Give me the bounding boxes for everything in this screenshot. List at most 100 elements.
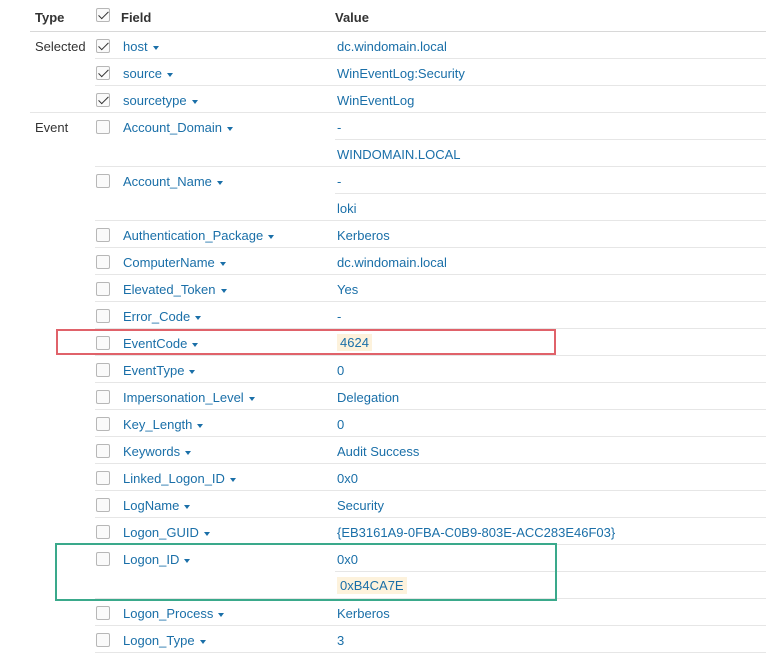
field-checkbox[interactable] [96,606,110,620]
field-name-link[interactable]: Logon_Process [123,606,225,621]
field-checkbox[interactable] [96,309,110,323]
field-value[interactable]: dc.windomain.local [337,255,447,270]
field-name-link[interactable]: ComputerName [123,255,226,270]
field-checkbox[interactable] [96,228,110,242]
field-name-label: LogName [123,498,180,513]
caret-down-icon[interactable] [220,288,227,293]
caret-down-icon[interactable] [216,180,223,185]
field-value[interactable]: dc.windomain.local [337,39,447,54]
value-column-header: Value [335,10,369,25]
field-name-link[interactable]: Impersonation_Level [123,390,255,405]
table-row: ComputerName dc.windomain.local [0,248,766,275]
field-name-link[interactable]: Keywords [123,444,192,459]
field-column-header: Field [121,10,152,25]
field-name-link[interactable]: Elevated_Token [123,282,227,297]
caret-down-icon[interactable] [195,315,202,320]
table-row: Elevated_Token Yes [0,275,766,302]
caret-down-icon[interactable] [227,126,233,131]
field-checkbox[interactable] [96,255,110,269]
field-value[interactable]: Audit Success [337,444,419,459]
field-name-label: Logon_Type [123,633,195,648]
field-value[interactable]: Kerberos [337,228,390,243]
field-name-link[interactable]: Error_Code [123,309,202,324]
caret-down-icon[interactable] [185,450,192,455]
field-checkbox[interactable] [96,390,110,404]
caret-down-icon[interactable] [197,423,204,428]
field-value[interactable]: WinEventLog [337,93,414,108]
field-checkbox[interactable] [96,471,110,485]
field-name-link[interactable]: Logon_GUID [123,525,210,540]
field-checkbox[interactable] [96,525,110,539]
field-name-link[interactable]: Account_Name [123,174,223,189]
field-checkbox[interactable] [96,417,110,431]
field-name-label: ComputerName [123,255,215,270]
eventcode-annotation-box [56,329,556,355]
field-value[interactable]: 0x0 [337,471,358,486]
table-row: Logon_Process Kerberos [0,599,766,626]
table-row: Selected host dc.windomain.local [0,32,766,59]
field-checkbox[interactable] [96,444,110,458]
field-name-label: sourcetype [123,93,187,108]
field-name-link[interactable]: Authentication_Package [123,228,275,243]
field-value[interactable]: Kerberos [337,606,390,621]
field-value[interactable]: 3 [337,633,344,648]
select-all-checkbox[interactable] [96,8,110,22]
group-label-event: Event [35,120,69,135]
field-checkbox[interactable] [96,282,110,296]
field-checkbox[interactable] [96,120,110,134]
table-row: Impersonation_Level Delegation [0,383,766,410]
caret-down-icon[interactable] [184,504,191,509]
table-row: Keywords Audit Success [0,437,766,464]
field-value[interactable]: Yes [337,282,358,297]
table-row: Key_Length 0 [0,410,766,437]
caret-down-icon[interactable] [268,234,275,239]
caret-down-icon[interactable] [189,369,196,374]
table-row: EventType 0 [0,356,766,383]
field-value[interactable]: Security [337,498,384,513]
field-name-link[interactable]: Linked_Logon_ID [123,471,236,486]
caret-down-icon[interactable] [152,45,159,50]
field-value[interactable]: WinEventLog:Security [337,66,465,81]
field-name-link[interactable]: host [123,39,159,54]
field-value[interactable]: loki [337,201,357,216]
field-checkbox[interactable] [96,39,110,53]
field-value[interactable]: 0 [337,363,344,378]
field-checkbox[interactable] [96,633,110,647]
field-name-link[interactable]: Account_Domain [123,120,233,135]
field-value[interactable]: - [337,120,341,135]
caret-down-icon[interactable] [248,396,255,401]
field-value[interactable]: WINDOMAIN.LOCAL [337,147,461,162]
field-name-link[interactable]: sourcetype [123,93,198,108]
caret-down-icon[interactable] [218,612,225,617]
table-row: Logon_GUID {EB3161A9-0FBA-C0B9-803E-ACC28… [0,518,766,545]
field-checkbox[interactable] [96,498,110,512]
field-name-label: Account_Domain [123,120,222,135]
field-checkbox[interactable] [96,93,110,107]
field-name-link[interactable]: Key_Length [123,417,204,432]
field-name-link[interactable]: source [123,66,174,81]
caret-down-icon[interactable] [191,99,198,104]
field-name-label: EventType [123,363,185,378]
caret-down-icon[interactable] [167,72,174,77]
field-name-link[interactable]: Logon_Type [123,633,206,648]
field-value[interactable]: {EB3161A9-0FBA-C0B9-803E-ACC283E46F03} [337,525,615,540]
field-name-label: Keywords [123,444,181,459]
field-name-link[interactable]: LogName [123,498,191,513]
caret-down-icon[interactable] [229,477,236,482]
field-value[interactable]: Delegation [337,390,399,405]
type-column-header: Type [35,10,65,25]
caret-down-icon[interactable] [199,639,206,644]
group-label-selected: Selected [35,39,86,54]
field-checkbox[interactable] [96,363,110,377]
field-checkbox[interactable] [96,174,110,188]
field-value[interactable]: - [337,174,341,189]
field-value[interactable]: 0 [337,417,344,432]
field-checkbox[interactable] [96,66,110,80]
field-value[interactable]: - [337,309,341,324]
table-row: WINDOMAIN.LOCAL [0,140,766,167]
field-name-link[interactable]: EventType [123,363,196,378]
caret-down-icon[interactable] [203,531,210,536]
field-name-label: Key_Length [123,417,193,432]
caret-down-icon[interactable] [219,261,226,266]
table-row: Error_Code - [0,302,766,329]
